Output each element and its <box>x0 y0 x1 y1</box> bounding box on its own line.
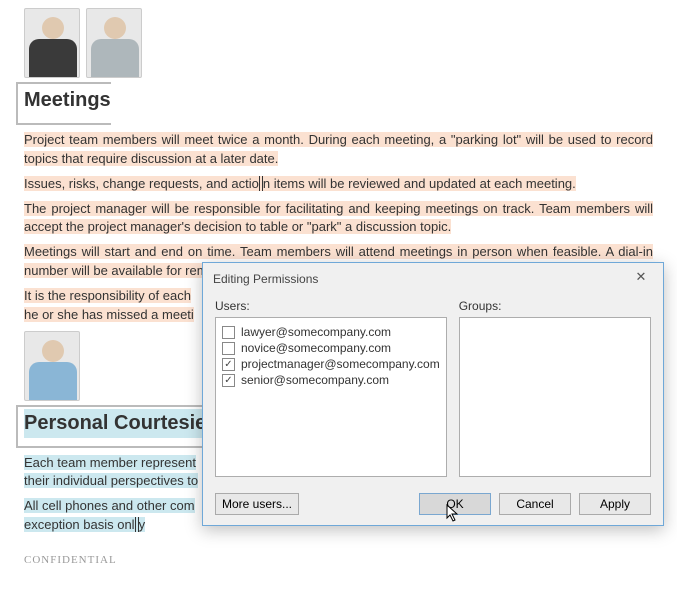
paragraph-text: Each team member represent <box>24 455 196 470</box>
ok-button[interactable]: OK <box>419 493 491 515</box>
checkbox[interactable]: ✓ <box>222 374 235 387</box>
footer-confidential: CONFIDENTIAL <box>24 553 653 569</box>
paragraph-text: n items will be reviewed and updated at … <box>263 176 576 191</box>
paragraph-text: The project manager will be responsible … <box>24 201 653 235</box>
checkbox[interactable] <box>222 342 235 355</box>
user-row[interactable]: lawyer@somecompany.com <box>222 324 440 340</box>
paragraph-text: It is the responsibility of each <box>24 288 191 303</box>
paragraph-text: exception basis onl <box>24 517 135 532</box>
user-email: projectmanager@somecompany.com <box>241 357 440 371</box>
paragraph-text: y <box>139 517 146 532</box>
dialog-titlebar: Editing Permissions ✕ <box>203 263 663 295</box>
apply-button[interactable]: Apply <box>579 493 651 515</box>
user-row[interactable]: ✓ senior@somecompany.com <box>222 372 440 388</box>
contributor-photo <box>24 8 80 78</box>
groups-listbox[interactable] <box>459 317 651 477</box>
dialog-title: Editing Permissions <box>213 272 318 286</box>
paragraph-text: All cell phones and other com <box>24 498 195 513</box>
groups-column: Groups: <box>459 299 651 477</box>
paragraph-text: Project team members will meet twice a m… <box>24 132 653 166</box>
user-row[interactable]: novice@somecompany.com <box>222 340 440 356</box>
contributor-photo <box>86 8 142 78</box>
heading-meetings: Meetings <box>24 86 111 115</box>
more-users-button[interactable]: More users... <box>215 493 299 515</box>
checkbox[interactable] <box>222 326 235 339</box>
contributor-photo <box>24 331 80 401</box>
paragraph-text: Issues, risks, change requests, and acti… <box>24 176 259 191</box>
editing-permissions-dialog: Editing Permissions ✕ Users: lawyer@some… <box>202 262 664 526</box>
checkbox[interactable]: ✓ <box>222 358 235 371</box>
cancel-button[interactable]: Cancel <box>499 493 571 515</box>
contributor-photos <box>24 8 653 78</box>
users-column: Users: lawyer@somecompany.com novice@som… <box>215 299 447 477</box>
paragraph-text: their individual perspectives to <box>24 473 198 488</box>
heading-courtesies: Personal Courtesies <box>24 409 217 438</box>
user-email: lawyer@somecompany.com <box>241 325 391 339</box>
groups-label: Groups: <box>459 299 651 313</box>
paragraph-text: he or she has missed a meeti <box>24 307 194 322</box>
close-icon[interactable]: ✕ <box>629 269 653 289</box>
user-row[interactable]: ✓ projectmanager@somecompany.com <box>222 356 440 372</box>
dialog-buttons: More users... OK Cancel Apply <box>203 485 663 525</box>
user-email: senior@somecompany.com <box>241 373 389 387</box>
users-label: Users: <box>215 299 447 313</box>
users-listbox[interactable]: lawyer@somecompany.com novice@somecompan… <box>215 317 447 477</box>
user-email: novice@somecompany.com <box>241 341 391 355</box>
